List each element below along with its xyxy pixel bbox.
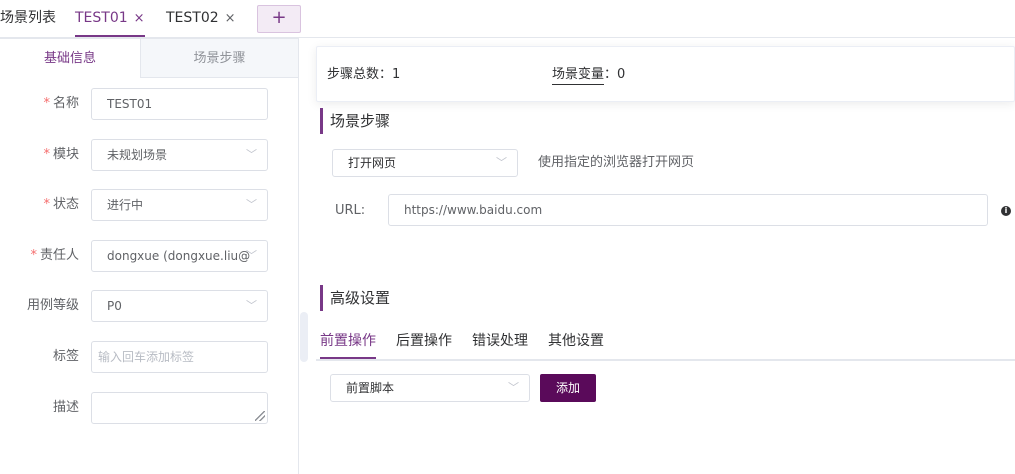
- close-icon[interactable]: ×: [225, 11, 236, 26]
- name-row: * 名称 TEST01: [0, 88, 299, 120]
- level-label: 用例等级: [26, 298, 79, 313]
- status-label-text: 状态: [52, 197, 79, 212]
- status-select[interactable]: 进行中 ﹀: [91, 189, 268, 221]
- steps-count-label: 步骤总数：: [327, 67, 393, 82]
- module-label-text: 模块: [52, 147, 79, 162]
- owner-label: * 责任人: [30, 240, 79, 272]
- description-row: 描述: [0, 392, 299, 424]
- tags-row: 标签 输入回车添加标签: [0, 341, 299, 373]
- description-label: 描述: [52, 400, 79, 415]
- description-textarea[interactable]: [91, 392, 268, 424]
- tags-label: 标签: [52, 349, 79, 364]
- step-action-select[interactable]: 打开网页 ﹀: [332, 149, 518, 177]
- chevron-down-icon: ﹀: [246, 198, 257, 211]
- status-label: * 状态: [43, 189, 79, 221]
- level-value: P0: [107, 299, 122, 313]
- pre-script-value: 前置脚本: [346, 381, 395, 395]
- scene-vars-stat: 场景变量：0: [552, 63, 626, 85]
- tab-test02[interactable]: TEST02 ×: [166, 0, 236, 37]
- tab-post-operation[interactable]: 后置操作: [396, 328, 452, 359]
- module-label: * 模块: [43, 139, 79, 171]
- tab-scene-list-label: 场景列表: [0, 10, 56, 26]
- chevron-down-icon: ﹀: [508, 381, 519, 394]
- level-select[interactable]: P0 ﹀: [91, 290, 268, 322]
- steps-count-stat: 步骤总数：1: [327, 63, 400, 82]
- scene-steps-title: 场景步骤: [320, 108, 390, 134]
- required-mark: *: [43, 197, 50, 212]
- required-mark: *: [43, 96, 50, 111]
- chevron-down-icon: ﹀: [246, 148, 257, 161]
- step-action-value: 打开网页: [348, 156, 397, 170]
- scene-vars-link[interactable]: 场景变量: [552, 67, 605, 85]
- owner-select[interactable]: dongxue (dongxue.liu@ ﹀: [91, 240, 268, 272]
- add-tab-button[interactable]: +: [257, 5, 301, 33]
- tab-scene-list[interactable]: 场景列表: [0, 0, 56, 37]
- add-button[interactable]: 添加: [540, 374, 596, 402]
- tab-pre-operation[interactable]: 前置操作: [320, 328, 376, 359]
- tab-test01-label: TEST01: [75, 10, 128, 26]
- left-tabs: 基础信息 场景步骤: [0, 38, 299, 78]
- chevron-down-icon: ﹀: [246, 249, 257, 262]
- info-icon[interactable]: i: [1001, 206, 1011, 216]
- advanced-tabs: 前置操作 后置操作 错误处理 其他设置: [316, 328, 1015, 361]
- tab-error-handling[interactable]: 错误处理: [472, 328, 528, 359]
- name-input[interactable]: TEST01: [91, 88, 268, 120]
- required-mark: *: [43, 147, 50, 162]
- scene-vars-value: 0: [617, 67, 626, 82]
- tags-input[interactable]: 输入回车添加标签: [91, 341, 268, 373]
- status-row: * 状态 进行中 ﹀: [0, 189, 299, 221]
- pre-script-select[interactable]: 前置脚本 ﹀: [330, 374, 530, 402]
- tab-other-settings[interactable]: 其他设置: [548, 328, 604, 359]
- owner-label-text: 责任人: [39, 248, 79, 263]
- scene-tab-bar: 场景列表 TEST01 × TEST02 × +: [0, 0, 1015, 38]
- owner-row: * 责任人 dongxue (dongxue.liu@ ﹀: [0, 240, 299, 272]
- url-label: URL:: [335, 203, 366, 218]
- tab-test01[interactable]: TEST01 ×: [75, 0, 145, 37]
- resize-handle-icon[interactable]: [255, 411, 265, 421]
- name-label: * 名称: [43, 88, 79, 120]
- advanced-settings-title: 高级设置: [320, 285, 390, 311]
- required-mark: *: [30, 248, 37, 263]
- scene-summary-card: 步骤总数：1 场景变量：0: [316, 46, 1015, 102]
- tab-basic-info[interactable]: 基础信息: [0, 38, 140, 78]
- chevron-down-icon: ﹀: [496, 156, 507, 169]
- close-icon[interactable]: ×: [134, 11, 145, 26]
- chevron-down-icon: ﹀: [246, 299, 257, 312]
- panel-splitter-handle[interactable]: [300, 312, 308, 362]
- step-action-description: 使用指定的浏览器打开网页: [538, 155, 695, 170]
- url-input[interactable]: https://www.baidu.com: [388, 194, 988, 226]
- module-value: 未规划场景: [107, 148, 168, 162]
- name-label-text: 名称: [52, 96, 79, 111]
- scene-vars-sep: ：: [604, 67, 618, 82]
- basic-info-panel: 基础信息 场景步骤 * 名称 TEST01 * 模块 未规划场景 ﹀ * 状态 进行中 ﹀…: [0, 38, 299, 474]
- module-row: * 模块 未规划场景 ﹀: [0, 139, 299, 171]
- steps-count-value: 1: [392, 67, 401, 82]
- tab-test02-label: TEST02: [166, 10, 219, 26]
- module-select[interactable]: 未规划场景 ﹀: [91, 139, 268, 171]
- tab-scene-steps[interactable]: 场景步骤: [140, 38, 299, 78]
- name-value: TEST01: [107, 97, 153, 111]
- owner-value: dongxue (dongxue.liu@: [107, 249, 251, 263]
- status-value: 进行中: [107, 198, 144, 212]
- level-row: 用例等级 P0 ﹀: [0, 290, 299, 322]
